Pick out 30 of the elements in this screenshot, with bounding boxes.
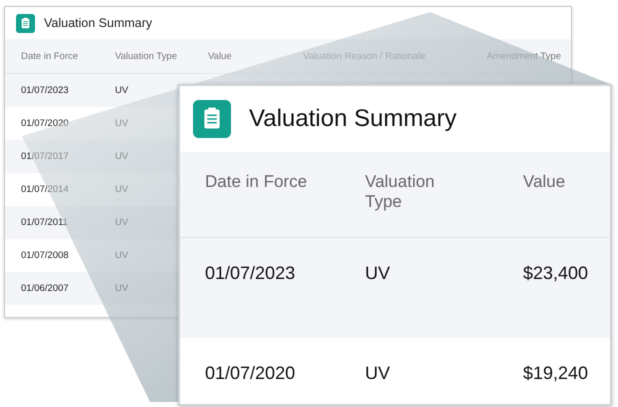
table-cell-text: UV [115, 184, 130, 195]
table-cell-text: 01/07/2011 [21, 217, 69, 228]
table-cell-text: 01/07/2023 [21, 85, 70, 96]
clipboard-icon [16, 14, 35, 32]
column-header: Date in Force [21, 50, 80, 62]
table-cell-text: 01/07/2020 [205, 362, 296, 384]
table-cell-text: $19,240 [523, 362, 590, 384]
table-cell-text: 01/06/2007 [21, 283, 70, 294]
column-header: Date in Force [205, 172, 308, 193]
table-cell-text: UV [115, 250, 130, 261]
column-header: Valuation Type [115, 50, 178, 62]
card-title: Valuation Summary [44, 16, 152, 30]
table-cell-text: UV [365, 362, 392, 384]
table-cell-text: UV [115, 85, 130, 96]
card-title: Valuation Summary [249, 105, 457, 133]
table-cell-text: 01/07/2023 [205, 262, 296, 284]
table-cell-text: 01/07/2017 [21, 151, 70, 162]
column-header: Value [522, 172, 566, 193]
table-cell-text: UV [115, 217, 130, 228]
table-cell-text: UV [115, 151, 130, 162]
table-cell-text: 01/07/2014 [21, 184, 70, 195]
column-header: Valuation Type [365, 172, 436, 213]
table-cell-text: UV [365, 262, 392, 284]
table-cell-text: UV [115, 118, 130, 129]
clipboard-icon [193, 100, 231, 138]
column-header: Value [208, 50, 233, 62]
table-cell-text: $23,400 [523, 262, 590, 284]
table-cell-text: 01/07/2020 [21, 118, 70, 129]
table-cell-text: UV [115, 283, 130, 294]
table-cell-text: 01/07/2008 [21, 250, 70, 261]
